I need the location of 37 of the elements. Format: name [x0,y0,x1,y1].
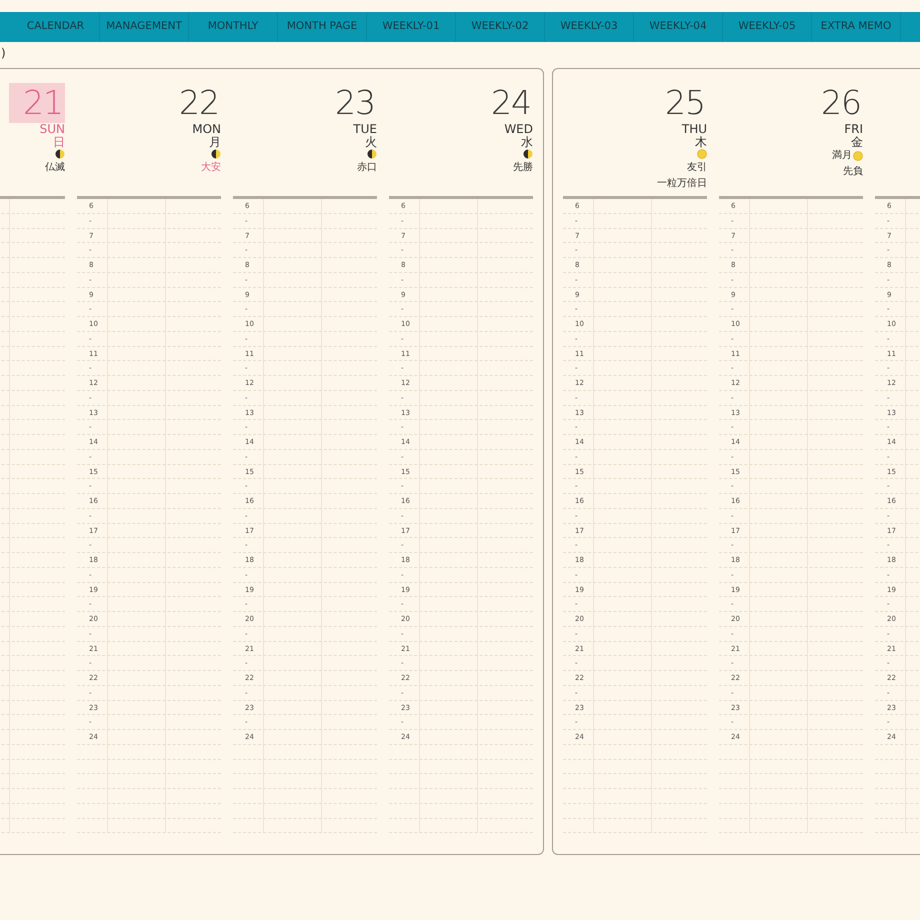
nav-tab[interactable]: MONTH PAGE [278,12,367,42]
date-number: 25 [664,83,706,123]
nav-tab[interactable]: WEEKLY-02 [456,12,545,42]
weekday-label: 月 [208,136,221,149]
nav-tab[interactable]: CALENDAR [12,12,100,42]
date-number: 21 [9,83,65,123]
date-number: 22 [178,83,220,123]
day-note: 仏滅 [44,161,65,175]
day-note: 大安 [200,161,221,175]
moon-phase-label: 満月 [832,149,852,163]
weekday-label: WED [503,123,533,136]
date-number: 24 [490,83,532,123]
date-number: 26 [820,83,862,123]
weekday-label: 火 [364,136,377,149]
day-note: 先負 [842,165,863,179]
nav-tab[interactable]: EXTRA MEMO [812,12,901,42]
nav-tab[interactable]: WEEKLY-05 [723,12,812,42]
weekday-label: TUE [352,123,377,136]
day-note: 赤口 [356,161,377,175]
nav-tab[interactable]: MANAGEMENT [100,12,189,42]
weekday-label: 日 [52,136,65,149]
cut-off-text: ) [1,45,7,62]
day-note: 友引 [686,161,707,175]
nav-tab[interactable]: WEEKLY-04 [634,12,723,42]
weekday-label: 水 [520,136,533,149]
day-note: 先勝 [512,161,533,175]
weekday-label: SUN [38,123,65,136]
weekday-label: THU [680,123,707,136]
date-number: 23 [334,83,376,123]
nav-tab[interactable]: WEEKLY-01 [367,12,456,42]
weekday-label: 金 [850,136,863,149]
day-note: 一粒万倍日 [656,177,707,191]
nav-tab[interactable]: WEEKLY-03 [545,12,634,42]
weekday-label: 木 [694,136,707,149]
weekday-label: FRI [843,123,863,136]
weekday-label: MON [191,123,221,136]
nav-tab[interactable]: MONTHLY [189,12,278,42]
